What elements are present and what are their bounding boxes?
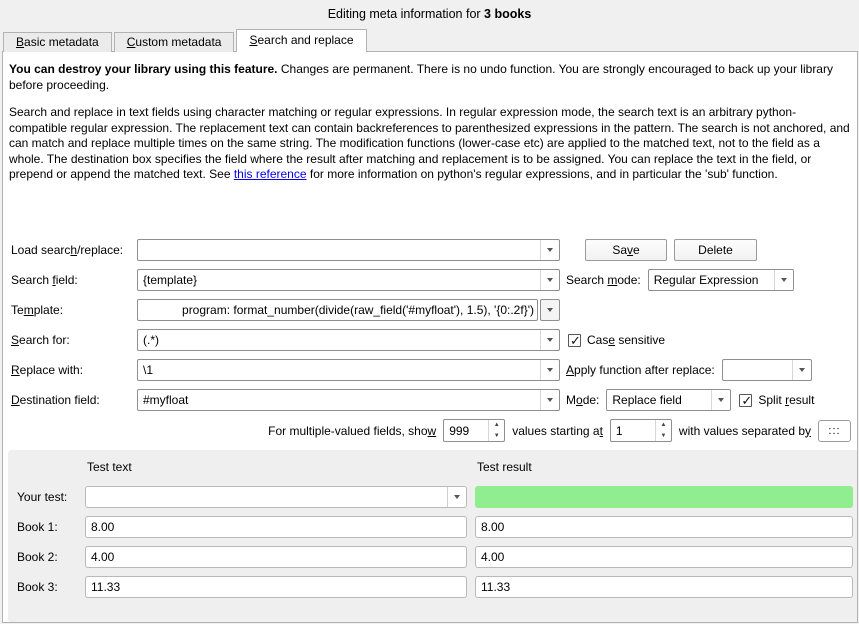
tab-basic-metadata[interactable]: Basic metadata [3, 32, 112, 52]
dialog-title-count: 3 books [484, 7, 532, 21]
chevron-down-icon [773, 270, 793, 290]
delete-button[interactable]: Delete [674, 239, 757, 261]
start-at-spinner[interactable]: 1 [609, 419, 672, 442]
mode-combo[interactable]: Replace field [606, 389, 732, 411]
spin-up-icon[interactable] [656, 420, 671, 431]
separated-by-label: with values separated by [678, 423, 811, 438]
spinner-buttons [488, 420, 504, 441]
book2-label: Book 2: [17, 550, 58, 564]
search-for-value: (.*) [143, 333, 159, 347]
book2-test-value: 4.00 [91, 550, 115, 564]
book3-test-value: 11.33 [91, 580, 121, 594]
chevron-down-icon [540, 360, 559, 380]
search-replace-panel: You can destroy your library using this … [2, 51, 858, 623]
mode-value: Replace field [612, 393, 682, 407]
case-sensitive-checkbox[interactable] [568, 333, 581, 349]
template-input[interactable]: program: format_number(divide(raw_field(… [137, 299, 538, 321]
spin-up-icon[interactable] [489, 420, 504, 431]
book1-test-input[interactable]: 8.00 [85, 516, 467, 538]
destination-field-combo[interactable]: #myfloat [137, 389, 560, 411]
chevron-down-icon [447, 487, 466, 507]
chevron-down-icon [711, 390, 730, 410]
search-replace-form: Load search/replace: Sa v e Delete Search … [8, 239, 814, 411]
split-result-label: Split result [758, 393, 815, 407]
spin-down-icon[interactable] [489, 431, 504, 442]
destination-field-value: #myfloat [143, 393, 189, 407]
search-field-combo[interactable]: {template} [137, 269, 560, 291]
book2-test-input[interactable]: 4.00 [85, 546, 467, 568]
destination-field-label: Destination field: [11, 393, 100, 407]
search-for-label: Search for: [11, 333, 70, 347]
book1-result-value: 8.00 [481, 520, 505, 534]
search-mode-label: Search mode: [566, 273, 641, 287]
book1-test-value: 8.00 [91, 520, 115, 534]
show-count-value: 999 [449, 423, 470, 438]
spin-down-icon[interactable] [656, 431, 671, 442]
chevron-down-icon [540, 390, 559, 410]
dialog-title-prefix: Editing meta information for [327, 7, 485, 21]
separator-input[interactable]: ::: [818, 419, 851, 442]
search-mode-combo[interactable]: Regular Expression [647, 269, 794, 291]
test-text-header: Test text [87, 460, 132, 474]
case-sensitive-label: Case sensitive [587, 333, 666, 347]
feature-description: Search and replace in text fields using … [9, 105, 851, 183]
chevron-down-icon [791, 360, 811, 380]
your-test-label: Your test: [17, 490, 68, 504]
multiple-values-row: For multiple-valued fields, show 999 val… [268, 419, 851, 442]
search-mode-value: Regular Expression [653, 273, 759, 287]
test-result-header: Test result [477, 460, 532, 474]
template-history-button[interactable] [540, 299, 560, 321]
book3-result-field: 11.33 [475, 576, 853, 598]
book3-label: Book 3: [17, 580, 58, 594]
load-search-replace-label: Load search/replace: [11, 243, 124, 257]
book2-result-field: 4.00 [475, 546, 853, 568]
load-search-replace-combo[interactable] [137, 239, 560, 261]
apply-function-combo[interactable] [721, 359, 812, 381]
show-values-label: For multiple-valued fields, show [268, 423, 437, 438]
book1-result-field: 8.00 [475, 516, 853, 538]
search-field-label: Search field: [11, 273, 78, 287]
spinner-buttons [654, 420, 671, 442]
destroy-warning-bold: You can destroy your library using this … [9, 62, 278, 76]
starting-at-label: values starting at [512, 423, 603, 438]
chevron-down-icon [540, 270, 559, 290]
bulk-metadata-dialog: Editing meta information for 3 books Bas… [0, 0, 859, 624]
tab-search-and-replace[interactable]: Search and replace [236, 29, 367, 52]
replace-with-label: Replace with: [11, 363, 84, 377]
destroy-warning-text: You can destroy your library using this … [9, 62, 851, 93]
replace-with-value: \1 [143, 363, 154, 377]
apply-function-label: Apply function after replace: [566, 363, 715, 377]
chevron-down-icon [540, 330, 559, 350]
book3-test-input[interactable]: 11.33 [85, 576, 467, 598]
split-result-checkbox[interactable] [739, 393, 753, 409]
your-test-combo[interactable] [85, 486, 467, 508]
show-count-spinner[interactable]: 999 [443, 419, 506, 442]
mode-label: Mode: [566, 393, 600, 407]
tab-custom-metadata[interactable]: Custom metadata [113, 32, 235, 52]
template-label: Template: [11, 303, 64, 317]
template-value: program: format_number(divide(raw_field(… [182, 303, 534, 317]
chevron-down-icon [540, 240, 559, 260]
save-button[interactable]: Sa v e [585, 239, 667, 261]
test-area: Test text Test result Your test: Book 1:… [8, 450, 857, 622]
reference-link[interactable]: this reference [234, 167, 307, 181]
book3-result-value: 11.33 [481, 580, 511, 594]
book1-label: Book 1: [17, 520, 58, 534]
tab-bar: Basic metadata Custom metadata Search an… [3, 29, 369, 52]
search-field-value: {template} [143, 273, 198, 287]
description-text-after: for more information on python's regular… [306, 167, 778, 182]
book2-result-value: 4.00 [481, 550, 505, 564]
search-for-combo[interactable]: (.*) [137, 329, 560, 351]
dialog-title: Editing meta information for 3 books [0, 7, 859, 21]
start-at-value: 1 [615, 423, 623, 438]
your-test-result-field [475, 486, 853, 508]
replace-with-combo[interactable]: \1 [137, 359, 560, 381]
